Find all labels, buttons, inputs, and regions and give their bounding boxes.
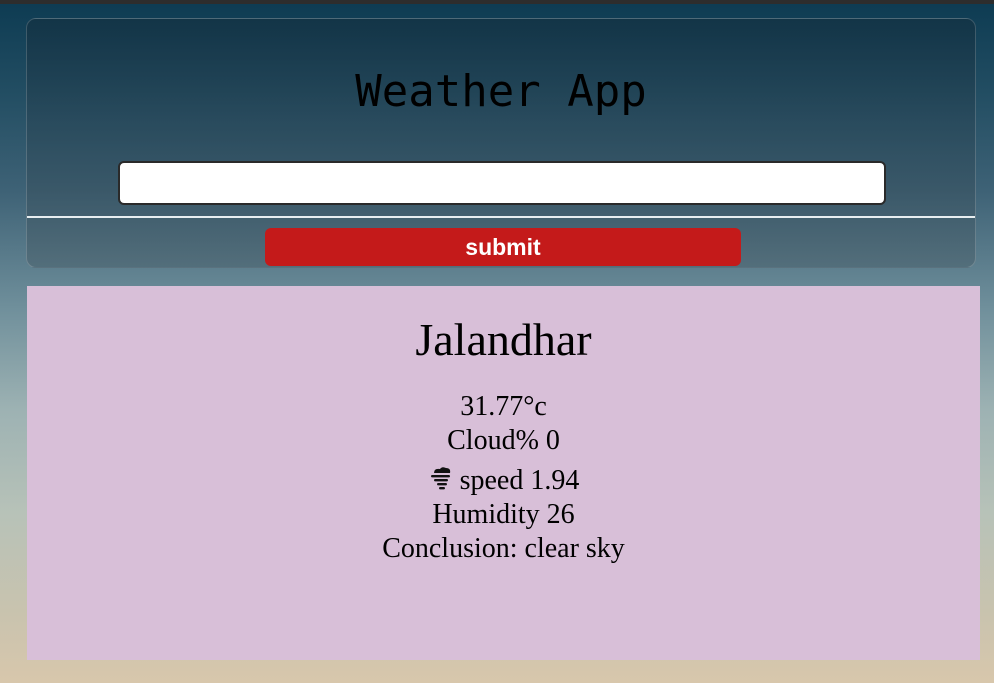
divider [27,216,975,218]
city-name: Jalandhar [415,314,592,365]
submit-button[interactable]: submit [265,228,741,266]
header-panel: Weather App submit [26,18,976,268]
humidity-text: Humidity 26 [432,499,575,530]
wind-speed-text: speed 1.94 [459,465,580,496]
weather-result-panel: Jalandhar 31.77°c Cloud% 0 speed 1.94 Hu… [27,286,980,660]
temperature-text: 31.77°c [460,391,547,422]
tornado-icon [428,466,454,492]
wind-speed-row: speed 1.94 [27,464,980,498]
window-top-border [0,0,994,4]
city-search-input[interactable] [118,161,886,205]
app-title: Weather App [355,66,647,117]
cloud-text: Cloud% 0 [447,425,560,456]
conclusion-text: Conclusion: clear sky [382,533,625,564]
